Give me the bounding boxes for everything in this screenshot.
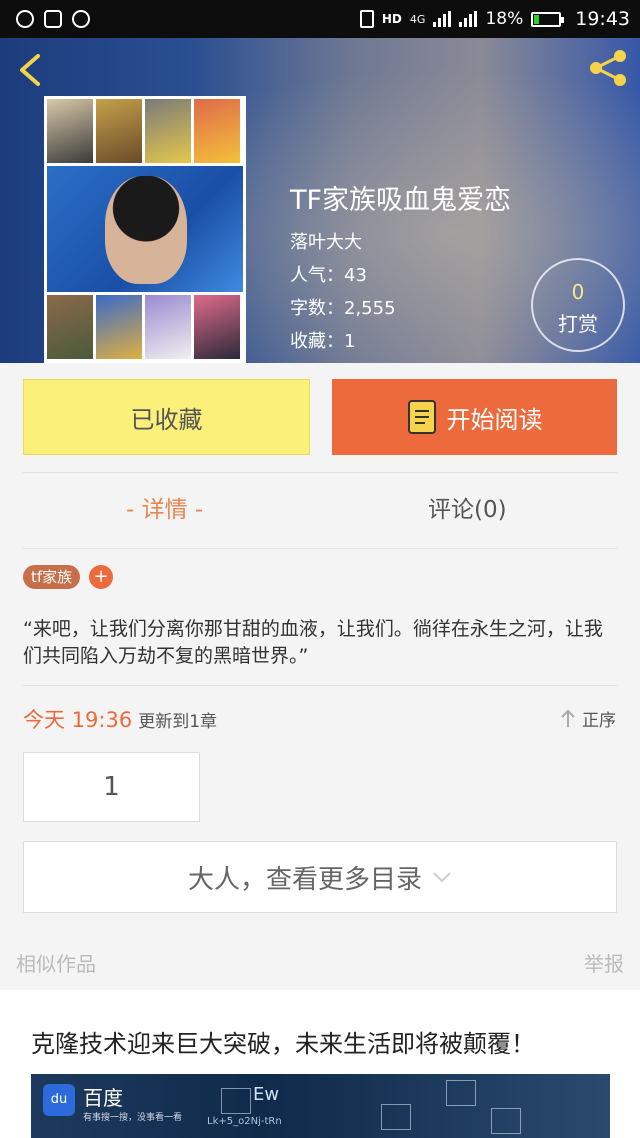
hexagon-decoration — [491, 1108, 521, 1134]
more-catalog-label: 大人，查看更多目录 — [187, 864, 422, 895]
book-icon — [407, 400, 436, 434]
update-time: 今天 19:36 — [23, 708, 133, 732]
chapter-item[interactable]: 1 — [23, 752, 200, 822]
divider — [23, 685, 617, 686]
battery-percent: 18% — [485, 9, 524, 29]
more-catalog-button[interactable]: 大人，查看更多目录 — [23, 841, 617, 913]
chevron-down-icon — [433, 872, 451, 883]
divider — [23, 548, 617, 549]
baidu-logo-icon: du — [43, 1084, 75, 1116]
ad-image[interactable]: du 百度 有事搜一搜，没事看一看 Ew Lk+5_o2Nj-tRn — [31, 1074, 610, 1138]
hexagon-decoration — [221, 1088, 251, 1114]
status-bar: HD 4G 18% 19:43 — [0, 0, 640, 38]
book-description: “来吧，让我们分离你那甘甜的血液，让我们。徜徉在永生之河，让我们共同陷入万劫不复… — [23, 618, 603, 667]
battery-icon — [531, 11, 565, 27]
chat-icon — [16, 10, 34, 28]
favorite-label: 已收藏 — [130, 405, 203, 434]
arrow-up-icon — [561, 709, 575, 727]
similar-works-heading: 相似作品 — [16, 952, 96, 976]
book-title: TF家族吸血鬼爱恋 — [290, 185, 512, 216]
book-header: TF家族吸血鬼爱恋 落叶大大 人气：43 字数：2,555 收藏：1 0 打赏 — [0, 38, 640, 363]
signal-icon-2 — [459, 11, 478, 27]
clock: 19:43 — [575, 8, 630, 30]
ad-slogan: 有事搜一搜，没事看一看 — [83, 1113, 183, 1123]
sort-order-button[interactable]: 正序 — [560, 706, 616, 731]
ad-card[interactable]: 克隆技术迎来巨大突破，未来生活即将被颠覆！ du 百度 有事搜一搜，没事看一看 … — [0, 990, 640, 1138]
vibrate-off-icon — [359, 10, 374, 28]
chevron-left-icon — [20, 54, 40, 86]
start-reading-label: 开始阅读 — [446, 405, 543, 434]
add-tag-button[interactable]: + — [89, 565, 113, 589]
share-icon — [590, 50, 626, 86]
ad-tech-text-2: Lk+5_o2Nj-tRn — [207, 1116, 282, 1127]
sort-order-label: 正序 — [582, 711, 616, 731]
divider — [23, 472, 617, 473]
book-cover — [44, 96, 246, 363]
reward-count: 0 — [571, 280, 585, 304]
more-icon — [72, 10, 90, 28]
add-box-icon — [44, 10, 62, 28]
tab-detail[interactable]: - 详情 - — [126, 490, 203, 524]
chapter-number: 1 — [103, 772, 120, 802]
reward-button[interactable]: 0 打赏 — [531, 258, 625, 352]
ad-title[interactable]: 克隆技术迎来巨大突破，未来生活即将被颠覆！ — [31, 1024, 535, 1059]
hexagon-decoration — [381, 1104, 411, 1130]
update-info: 今天 19:36 更新到1章 — [23, 704, 217, 734]
back-button[interactable] — [16, 52, 46, 88]
ad-brand: 百度 — [83, 1086, 123, 1110]
report-button[interactable]: 举报 — [584, 948, 624, 977]
signal-icon — [433, 11, 452, 27]
hd-icon: HD — [381, 12, 402, 26]
start-reading-button[interactable]: 开始阅读 — [332, 379, 617, 455]
network-type: 4G — [409, 12, 426, 26]
favorite-button[interactable]: 已收藏 — [23, 379, 310, 455]
book-popularity: 人气：43 — [290, 265, 367, 286]
hexagon-decoration — [446, 1080, 476, 1106]
book-word-count: 字数：2,555 — [290, 298, 396, 319]
tab-comments[interactable]: 评论(0) — [428, 490, 507, 524]
update-text: 更新到1章 — [138, 712, 218, 732]
book-favorites: 收藏：1 — [290, 331, 356, 352]
reward-label: 打赏 — [558, 312, 598, 336]
book-author[interactable]: 落叶大大 — [290, 228, 362, 254]
tag-chip[interactable]: tf家族 — [23, 565, 81, 589]
share-button[interactable] — [586, 48, 630, 88]
ad-tech-text: Ew — [253, 1084, 280, 1105]
